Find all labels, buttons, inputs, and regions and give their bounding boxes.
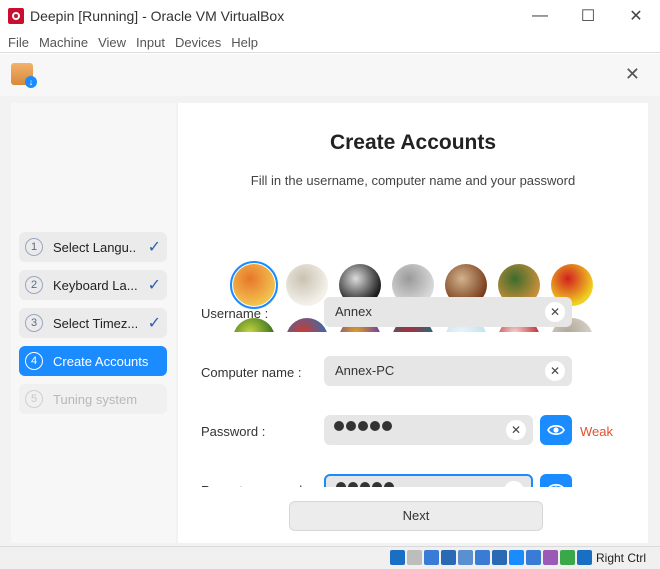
status-device-icon[interactable] bbox=[458, 550, 473, 565]
password-dot bbox=[346, 421, 356, 431]
step-select-timezone[interactable]: 3 Select Timez... ✓ bbox=[19, 308, 167, 338]
status-device-icon[interactable] bbox=[577, 550, 592, 565]
host-key-label: Right Ctrl bbox=[595, 551, 646, 565]
step-select-language[interactable]: 1 Select Langu... ✓ bbox=[19, 232, 167, 262]
menu-bar: File Machine View Input Devices Help bbox=[0, 32, 660, 53]
close-button[interactable]: ✕ bbox=[612, 0, 660, 32]
menu-input[interactable]: Input bbox=[136, 35, 165, 50]
password-dot bbox=[358, 421, 368, 431]
status-device-icon[interactable] bbox=[509, 550, 524, 565]
status-device-icon[interactable] bbox=[526, 550, 541, 565]
status-device-icon[interactable] bbox=[475, 550, 490, 565]
menu-help[interactable]: Help bbox=[231, 35, 258, 50]
password-dot bbox=[382, 421, 392, 431]
avatar-parrot[interactable] bbox=[286, 318, 328, 332]
step-label: Keyboard La... bbox=[53, 277, 137, 293]
username-label: Username : bbox=[201, 306, 269, 321]
footer: Next bbox=[178, 487, 648, 543]
step-label: Create Accounts bbox=[53, 353, 149, 369]
step-number: 2 bbox=[25, 276, 43, 294]
menu-machine[interactable]: Machine bbox=[39, 35, 88, 50]
next-button[interactable]: Next bbox=[289, 501, 543, 531]
step-label: Select Timez... bbox=[53, 315, 137, 331]
steps-sidebar: 1 Select Langu... ✓ 2 Keyboard La... ✓ 3… bbox=[11, 103, 176, 543]
page-title: Create Accounts bbox=[329, 131, 497, 154]
menu-devices[interactable]: Devices bbox=[175, 35, 221, 50]
status-device-icon[interactable] bbox=[441, 550, 456, 565]
avatar-green-leaf[interactable] bbox=[233, 318, 275, 332]
computer-name-value: Annex-PC bbox=[335, 363, 395, 378]
eye-icon bbox=[547, 424, 565, 436]
password-label: Password : bbox=[201, 424, 266, 439]
status-device-icon[interactable] bbox=[390, 550, 405, 565]
password-dot bbox=[334, 421, 344, 431]
show-password-button[interactable] bbox=[540, 415, 572, 445]
checkmark-icon: ✓ bbox=[147, 277, 161, 294]
virtualbox-app-icon bbox=[8, 8, 24, 24]
window-title-bar: Deepin [Running] - Oracle VM VirtualBox … bbox=[0, 0, 660, 32]
password-strength: Weak bbox=[580, 424, 613, 439]
status-device-icon[interactable] bbox=[424, 550, 439, 565]
step-tuning-system: 5 Tuning system bbox=[19, 384, 167, 414]
installer-close-button[interactable]: ✕ bbox=[625, 64, 640, 85]
status-device-icon[interactable] bbox=[543, 550, 558, 565]
checkmark-icon: ✓ bbox=[147, 239, 161, 256]
minimize-button[interactable]: — bbox=[516, 0, 564, 32]
create-accounts-panel: Create Accounts Fill in the username, co… bbox=[178, 103, 648, 543]
username-field[interactable]: Annex ✕ bbox=[324, 297, 572, 327]
page-subtitle: Fill in the username, computer name and … bbox=[250, 173, 576, 188]
checkmark-icon: ✓ bbox=[147, 315, 161, 332]
vm-screen[interactable]: ↓ ✕ 1 Select Langu... ✓ 2 Keyboard La...… bbox=[0, 54, 660, 546]
avatar-flower[interactable] bbox=[230, 261, 278, 309]
step-label: Select Langu... bbox=[53, 239, 137, 255]
menu-file[interactable]: File bbox=[8, 35, 29, 50]
clear-password-icon[interactable]: ✕ bbox=[506, 420, 526, 440]
step-number: 5 bbox=[25, 390, 43, 408]
step-keyboard-layout[interactable]: 2 Keyboard La... ✓ bbox=[19, 270, 167, 300]
status-device-icon[interactable] bbox=[560, 550, 575, 565]
step-number: 3 bbox=[25, 314, 43, 332]
step-number: 1 bbox=[25, 238, 43, 256]
computer-name-label: Computer name : bbox=[201, 365, 302, 380]
clear-computer-name-icon[interactable]: ✕ bbox=[545, 361, 565, 381]
computer-name-field[interactable]: Annex-PC ✕ bbox=[324, 356, 572, 386]
installer-icon: ↓ bbox=[11, 63, 37, 88]
clear-username-icon[interactable]: ✕ bbox=[545, 302, 565, 322]
installer-top-bar: ↓ ✕ bbox=[0, 54, 660, 96]
step-number: 4 bbox=[25, 352, 43, 370]
download-icon: ↓ bbox=[25, 76, 37, 88]
password-dot bbox=[370, 421, 380, 431]
window-title: Deepin [Running] - Oracle VM VirtualBox bbox=[30, 8, 285, 24]
status-device-icon[interactable] bbox=[407, 550, 422, 565]
step-create-accounts[interactable]: 4 Create Accounts bbox=[19, 346, 167, 376]
username-value: Annex bbox=[335, 304, 372, 319]
status-bar: Right Ctrl bbox=[0, 546, 660, 569]
status-icons bbox=[390, 550, 592, 565]
status-device-icon[interactable] bbox=[492, 550, 507, 565]
menu-view[interactable]: View bbox=[98, 35, 126, 50]
avatar-music-sheet[interactable] bbox=[286, 264, 328, 306]
maximize-button[interactable]: ☐ bbox=[564, 0, 612, 32]
password-mask bbox=[334, 421, 392, 431]
step-label: Tuning system bbox=[53, 391, 137, 407]
password-field[interactable]: ✕ bbox=[324, 415, 533, 445]
